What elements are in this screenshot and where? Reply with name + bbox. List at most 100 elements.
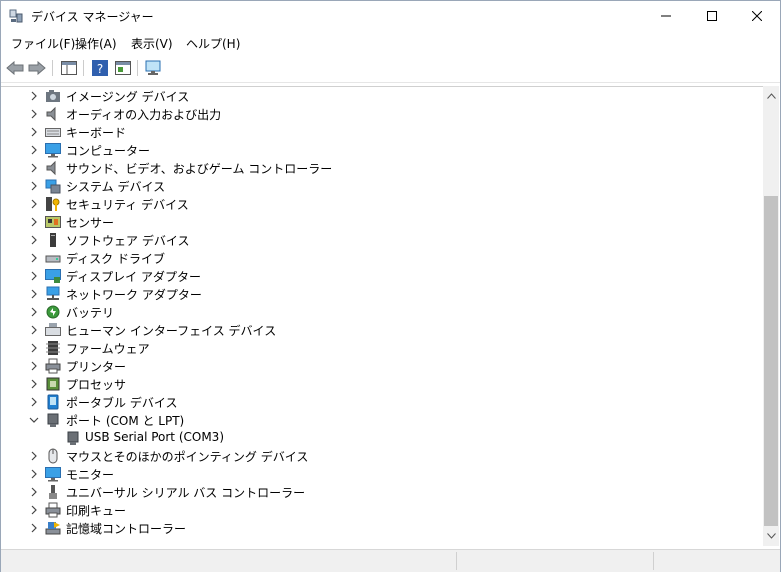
chevron-right-icon[interactable] xyxy=(29,360,39,372)
scan-hardware-button[interactable] xyxy=(144,58,164,78)
minimize-button[interactable] xyxy=(643,1,689,31)
tree-item-label: 記憶域コントローラー xyxy=(66,522,187,536)
chevron-right-icon[interactable] xyxy=(29,522,39,534)
chevron-right-icon[interactable] xyxy=(29,126,39,138)
properties-icon xyxy=(115,61,131,75)
toolbar-separator xyxy=(83,60,84,76)
tree-category-item[interactable]: ポータブル デバイス xyxy=(1,393,761,411)
tree-item-label: バッテリ xyxy=(66,306,115,320)
tree-category-item[interactable]: セキュリティ デバイス xyxy=(1,195,761,213)
status-separator xyxy=(456,552,457,570)
chevron-right-icon[interactable] xyxy=(29,288,39,300)
chevron-right-icon[interactable] xyxy=(29,468,39,480)
menu-help[interactable]: ヘルプ(H) xyxy=(186,35,240,52)
tree-child-item[interactable]: USB Serial Port (COM3) xyxy=(1,429,761,447)
tree-category-item[interactable]: センサー xyxy=(1,213,761,231)
tree-category-item[interactable]: モニター xyxy=(1,465,761,483)
tree-category-item[interactable]: ソフトウェア デバイス xyxy=(1,231,761,249)
battery-icon xyxy=(46,305,60,319)
chevron-right-icon[interactable] xyxy=(29,504,39,516)
tree-category-item[interactable]: ディスク ドライブ xyxy=(1,249,761,267)
chevron-right-icon[interactable] xyxy=(29,162,39,174)
display-adapter-icon xyxy=(45,269,61,283)
tree-category-item[interactable]: ネットワーク アダプター xyxy=(1,285,761,303)
chevron-right-icon[interactable] xyxy=(29,216,39,228)
tree-category-item[interactable]: プリンター xyxy=(1,357,761,375)
tree-category-item[interactable]: ポート (COM と LPT) xyxy=(1,411,761,429)
maximize-icon xyxy=(707,11,717,21)
tree-category-item[interactable]: ディスプレイ アダプター xyxy=(1,267,761,285)
help-button[interactable]: ? xyxy=(90,58,110,78)
menu-action[interactable]: 操作(A) xyxy=(75,35,117,52)
print-queue-icon xyxy=(45,502,61,518)
minimize-icon xyxy=(661,15,671,17)
back-button[interactable] xyxy=(5,58,25,78)
tree-category-item[interactable]: サウンド、ビデオ、およびゲーム コントローラー xyxy=(1,159,761,177)
chevron-right-icon[interactable] xyxy=(29,108,39,120)
status-separator xyxy=(653,552,654,570)
scan-hardware-icon xyxy=(145,60,161,75)
tree-category-item[interactable]: ファームウェア xyxy=(1,339,761,357)
tree-item-label: セキュリティ デバイス xyxy=(66,198,189,212)
maximize-button[interactable] xyxy=(689,1,735,31)
chevron-right-icon[interactable] xyxy=(29,306,39,318)
show-hide-tree-icon xyxy=(61,61,77,75)
chevron-down-icon[interactable] xyxy=(29,414,39,426)
toolbar: ? xyxy=(1,54,780,83)
forward-button[interactable] xyxy=(27,58,47,78)
chevron-right-icon[interactable] xyxy=(29,270,39,282)
chevron-right-icon[interactable] xyxy=(29,396,39,408)
mouse-icon xyxy=(48,448,58,464)
vertical-scrollbar[interactable] xyxy=(763,86,779,546)
close-button[interactable] xyxy=(734,1,780,31)
tree-category-item[interactable]: システム デバイス xyxy=(1,177,761,195)
tree-category-item[interactable]: コンピューター xyxy=(1,141,761,159)
system-device-icon xyxy=(45,179,61,194)
scrollbar-thumb[interactable] xyxy=(764,196,778,526)
chevron-right-icon[interactable] xyxy=(29,450,39,462)
security-key-icon xyxy=(46,197,60,211)
tree-category-item[interactable]: 記憶域コントローラー xyxy=(1,519,761,537)
chevron-right-icon[interactable] xyxy=(29,378,39,390)
tree-category-item[interactable]: 印刷キュー xyxy=(1,501,761,519)
chevron-right-icon[interactable] xyxy=(29,198,39,210)
chevron-right-icon[interactable] xyxy=(29,144,39,156)
tree-category-item[interactable]: オーディオの入力および出力 xyxy=(1,105,761,123)
tree-category-item[interactable]: イメージング デバイス xyxy=(1,87,761,105)
menu-file[interactable]: ファイル(F) xyxy=(11,35,75,52)
title-bar[interactable]: デバイス マネージャー xyxy=(1,1,780,31)
properties-button[interactable] xyxy=(113,58,133,78)
hid-icon xyxy=(45,323,61,336)
chevron-right-icon[interactable] xyxy=(29,90,39,102)
back-icon xyxy=(6,61,24,75)
port-icon xyxy=(67,431,79,445)
chevron-right-icon[interactable] xyxy=(29,234,39,246)
tree-item-label: プロセッサ xyxy=(66,378,127,392)
close-icon xyxy=(752,11,762,21)
tree-category-item[interactable]: マウスとそのほかのポインティング デバイス xyxy=(1,447,761,465)
scroll-down-button[interactable] xyxy=(763,528,779,544)
chevron-right-icon[interactable] xyxy=(29,324,39,336)
chevron-right-icon[interactable] xyxy=(29,342,39,354)
svg-text:?: ? xyxy=(97,62,103,76)
speaker-icon xyxy=(46,160,56,176)
tree-category-item[interactable]: キーボード xyxy=(1,123,761,141)
tree-category-item[interactable]: ユニバーサル シリアル バス コントローラー xyxy=(1,483,761,501)
device-tree[interactable]: イメージング デバイス オーディオの入力および出力 キーボードコンピューター サウンド… xyxy=(1,86,763,547)
menu-view[interactable]: 表示(V) xyxy=(131,35,173,52)
chevron-right-icon[interactable] xyxy=(29,252,39,264)
tree-category-item[interactable]: バッテリ xyxy=(1,303,761,321)
tree-category-item[interactable]: ヒューマン インターフェイス デバイス xyxy=(1,321,761,339)
chevron-up-icon xyxy=(766,93,776,99)
help-icon: ? xyxy=(92,60,108,76)
chevron-right-icon[interactable] xyxy=(29,180,39,192)
printer-icon xyxy=(45,358,61,374)
tree-item-label: コンピューター xyxy=(66,144,151,158)
tree-item-label: ユニバーサル シリアル バス コントローラー xyxy=(66,486,306,500)
show-hide-tree-button[interactable] xyxy=(59,58,79,78)
tree-category-item[interactable]: プロセッサ xyxy=(1,375,761,393)
chevron-right-icon[interactable] xyxy=(29,486,39,498)
scroll-up-button[interactable] xyxy=(763,88,779,104)
device-manager-app-icon xyxy=(9,9,23,23)
chevron-down-icon xyxy=(766,533,776,539)
